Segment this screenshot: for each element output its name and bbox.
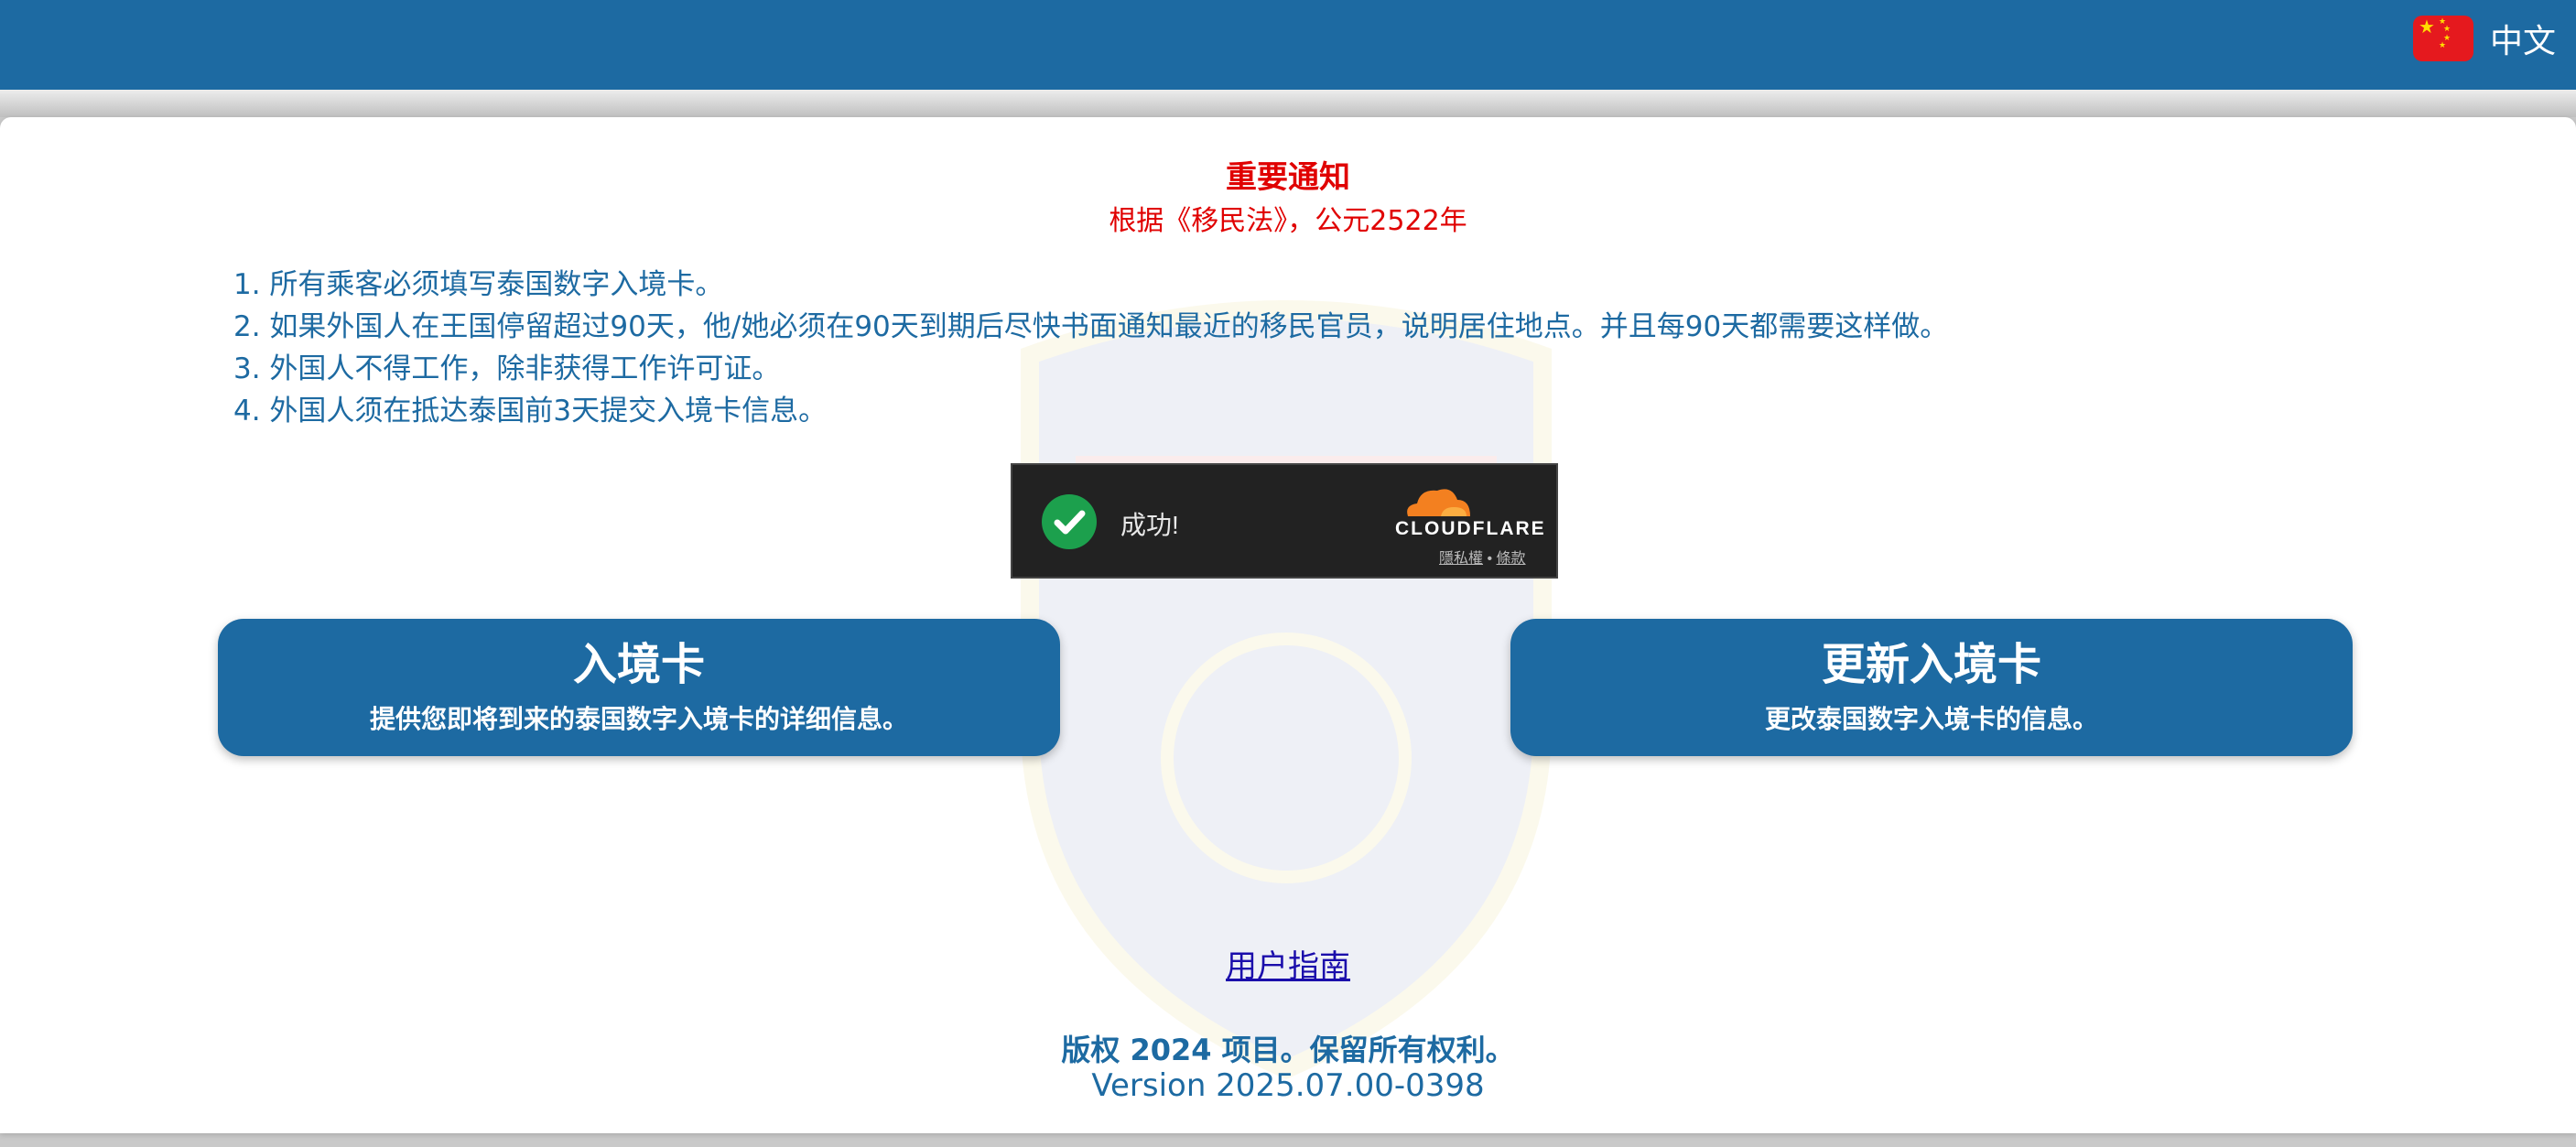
- notice-title: 重要通知: [1226, 159, 1350, 196]
- rules-list: 1. 所有乘客必须填写泰国数字入境卡。 2. 如果外国人在王国停留超过90天，他…: [233, 264, 1948, 432]
- rule-item: 1. 所有乘客必须填写泰国数字入境卡。: [233, 268, 724, 301]
- captcha-links: 隱私權 • 條款: [1439, 546, 1526, 568]
- rule-item: 2. 如果外国人在王国停留超过90天，他/她必须在90天到期后尽快书面通知最近的…: [233, 310, 1949, 343]
- arrival-card-button[interactable]: 入境卡 提供您即将到来的泰国数字入境卡的详细信息。: [218, 619, 1060, 756]
- link-separator: •: [1487, 551, 1493, 567]
- notice-subtitle: 根据《移民法》，公元2522年: [1109, 205, 1467, 237]
- cloudflare-logo-icon: [1407, 489, 1470, 516]
- update-card-description: 更改泰国数字入境卡的信息。: [1764, 704, 2098, 734]
- captcha-status-text: 成功!: [1120, 511, 1179, 539]
- header-shadow-strip: [0, 90, 2576, 117]
- copyright-text: 版权 2024 项目。保留所有权利。: [1061, 1033, 1515, 1067]
- terms-link[interactable]: 條款: [1497, 551, 1526, 567]
- china-flag-icon: ★ ★ ★ ★ ★: [2412, 16, 2473, 61]
- arrival-card-title: 入境卡: [572, 639, 705, 690]
- arrival-card-description: 提供您即将到来的泰国数字入境卡的详细信息。: [369, 704, 908, 734]
- user-guide-container: 用户指南: [0, 941, 2576, 986]
- language-selector[interactable]: ★ ★ ★ ★ ★ 中文: [2412, 15, 2556, 62]
- update-arrival-card-button[interactable]: 更新入境卡 更改泰国数字入境卡的信息。: [1510, 619, 2353, 756]
- privacy-link[interactable]: 隱私權: [1439, 551, 1483, 567]
- main-panel: 重要通知 根据《移民法》，公元2522年 1. 所有乘客必须填写泰国数字入境卡。…: [0, 117, 2576, 1133]
- update-card-title: 更新入境卡: [1821, 639, 2041, 690]
- success-check-icon: [1042, 494, 1097, 549]
- top-bar: ★ ★ ★ ★ ★ 中文: [0, 0, 2576, 90]
- user-guide-link[interactable]: 用户指南: [1226, 948, 1350, 985]
- cloudflare-captcha-widget[interactable]: 成功! CLOUDFLARE 隱私權 • 條款: [1011, 463, 1558, 579]
- language-label[interactable]: 中文: [2490, 15, 2556, 62]
- version-text: Version 2025.07.00-0398: [1091, 1067, 1485, 1104]
- rule-item: 3. 外国人不得工作，除非获得工作许可证。: [233, 352, 781, 385]
- cloudflare-brand-text: CLOUDFLARE: [1395, 518, 1546, 539]
- rule-item: 4. 外国人须在抵达泰国前3天提交入境卡信息。: [233, 395, 828, 427]
